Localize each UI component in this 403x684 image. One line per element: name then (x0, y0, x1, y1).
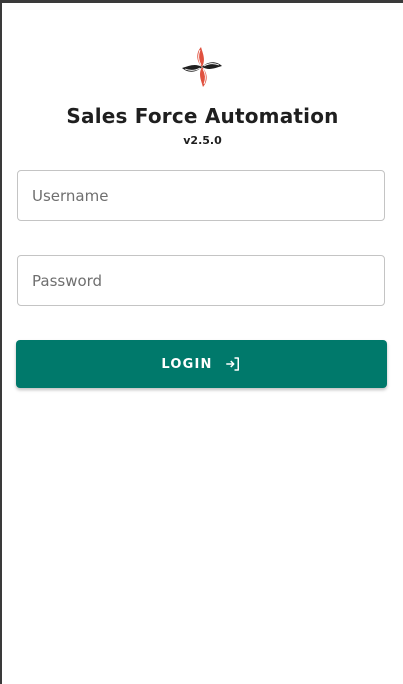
password-field-container (17, 255, 385, 306)
password-input[interactable] (18, 256, 384, 305)
app-version: v2.5.0 (183, 134, 222, 147)
login-icon (225, 357, 239, 371)
username-field-container (17, 170, 385, 221)
username-input[interactable] (18, 171, 384, 220)
login-button-label: LOGIN (161, 356, 213, 372)
app-title: Sales Force Automation (66, 104, 339, 128)
login-button[interactable]: LOGIN (16, 340, 387, 388)
pinwheel-logo-icon (182, 47, 222, 87)
